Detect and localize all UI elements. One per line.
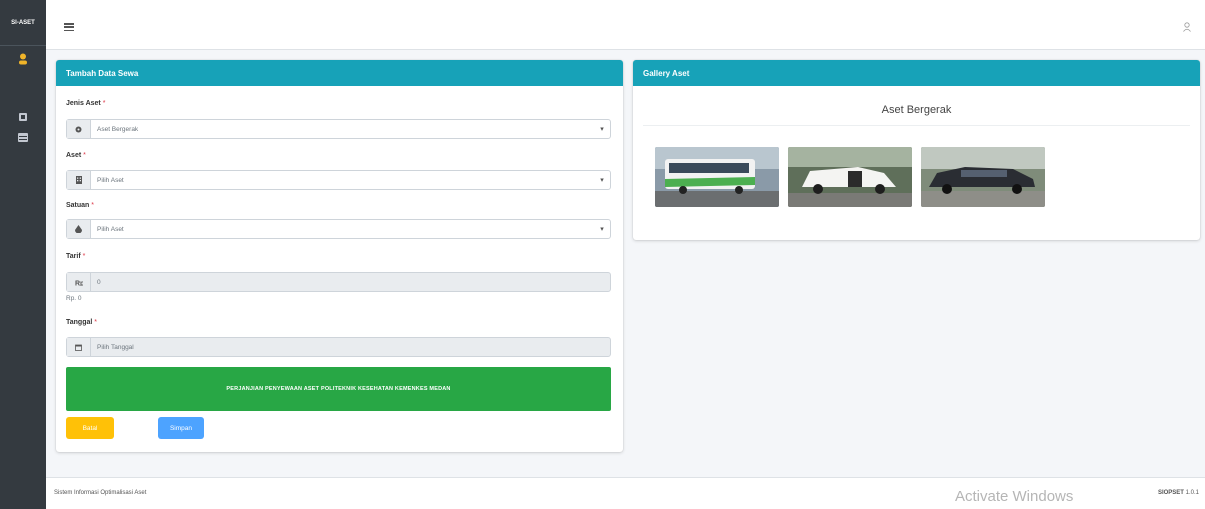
satuan-label: Satuan * bbox=[66, 202, 95, 209]
footer-version: SIOPSET 1.0.1 bbox=[1157, 490, 1199, 496]
tanggal-input[interactable]: Pilih Tanggal bbox=[66, 337, 611, 357]
form-card-header: Tambah Data Sewa bbox=[56, 60, 623, 86]
activate-windows-watermark: Activate Windows bbox=[955, 488, 1074, 505]
tarif-label: Tarif * bbox=[66, 253, 86, 260]
gallery-card-header: Gallery Aset bbox=[633, 60, 1200, 86]
gallery-title: Aset Bergerak bbox=[881, 104, 952, 116]
brand-logo[interactable]: SI-ASET bbox=[0, 0, 46, 46]
agreement-button[interactable]: PERJANJIAN PENYEWAAN ASET POLITEKNIK KES… bbox=[66, 367, 611, 411]
unit-icon bbox=[67, 220, 91, 238]
chevron-down-icon: ▾ bbox=[600, 126, 604, 133]
gallery-card: Gallery Aset Aset Bergerak bbox=[633, 60, 1200, 240]
asset-type-icon bbox=[67, 120, 91, 138]
tarif-input[interactable]: Rp 0 bbox=[66, 272, 611, 292]
black-car-image[interactable] bbox=[921, 147, 1045, 207]
divider bbox=[643, 125, 1190, 126]
user-avatar-icon[interactable] bbox=[13, 52, 33, 66]
white-car-image[interactable] bbox=[788, 147, 912, 207]
chevron-down-icon: ▾ bbox=[600, 226, 604, 233]
sidebar: SI-ASET bbox=[0, 0, 46, 509]
table-icon[interactable] bbox=[13, 130, 33, 144]
chevron-down-icon: ▾ bbox=[600, 177, 604, 184]
jenis-aset-select[interactable]: Aset Bergerak ▾ bbox=[66, 119, 611, 139]
aset-select[interactable]: Pilih Aset ▾ bbox=[66, 170, 611, 190]
svg-text:Rp: Rp bbox=[75, 280, 83, 286]
dashboard-icon[interactable] bbox=[13, 110, 33, 124]
menu-toggle-icon[interactable] bbox=[64, 23, 74, 31]
satuan-select[interactable]: Pilih Aset ▾ bbox=[66, 219, 611, 239]
top-navbar bbox=[46, 0, 1205, 50]
jenis-aset-label: Jenis Aset * bbox=[66, 100, 106, 107]
rental-form-card: Tambah Data Sewa Jenis Aset * Aset Berge… bbox=[56, 60, 623, 452]
bus-image[interactable] bbox=[655, 147, 779, 207]
calendar-icon bbox=[67, 338, 91, 356]
tanggal-label: Tanggal * bbox=[66, 319, 98, 326]
tarif-helper-text: Rp. 0 bbox=[66, 295, 82, 302]
save-button[interactable]: Simpan bbox=[158, 417, 204, 439]
building-icon bbox=[67, 171, 91, 189]
footer-app-name: Sistem Informasi Optimalisasi Aset bbox=[54, 490, 147, 496]
user-menu-icon[interactable] bbox=[1183, 22, 1191, 32]
money-icon: Rp bbox=[67, 273, 91, 291]
cancel-button[interactable]: Batal bbox=[66, 417, 114, 439]
aset-label: Aset * bbox=[66, 152, 86, 159]
